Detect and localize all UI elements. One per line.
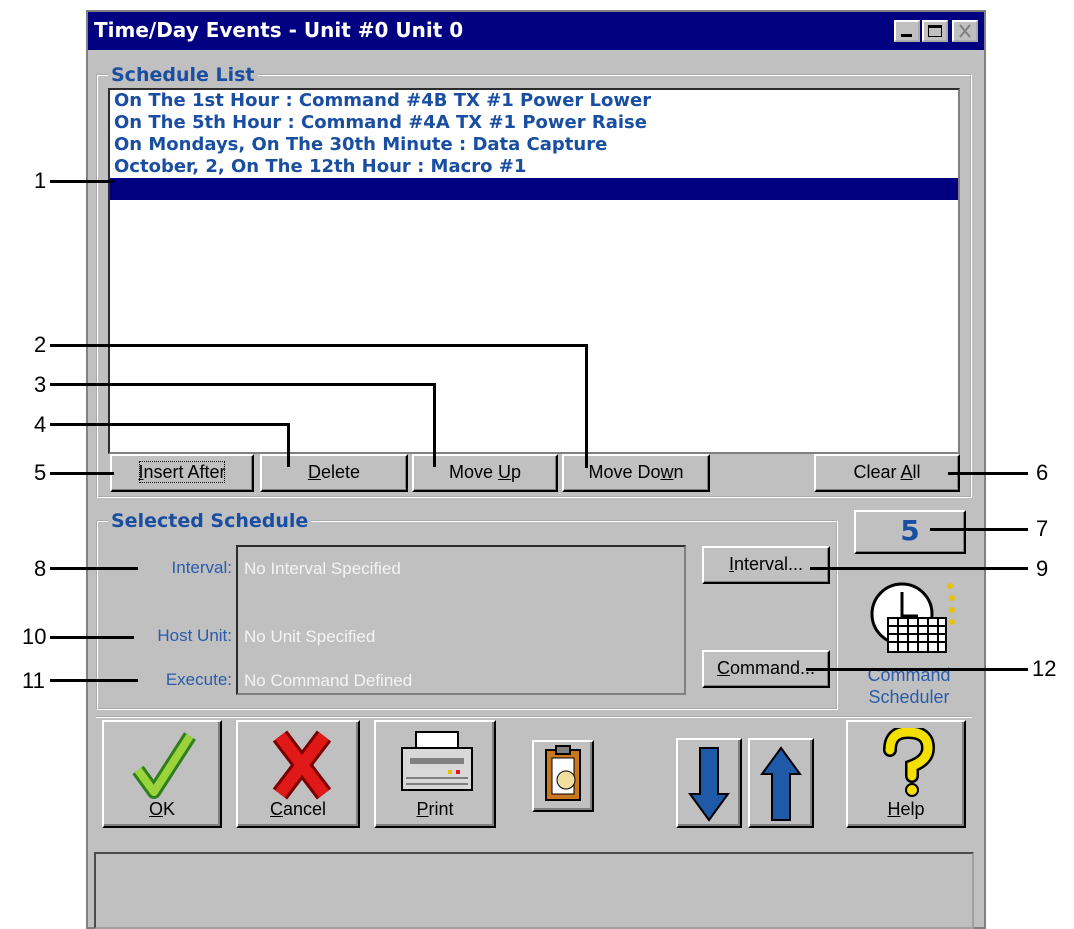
question-mark-icon (883, 728, 936, 797)
schedule-list-item[interactable]: On Mondays, On The 30th Minute : Data Ca… (110, 134, 958, 156)
print-label: Print (416, 799, 454, 819)
callout-12: 12 (1032, 656, 1057, 681)
divider (96, 716, 972, 718)
printer-icon (401, 731, 473, 791)
delete-button[interactable]: Delete (260, 454, 408, 492)
callout-line-11 (50, 679, 138, 682)
callout-10: 10 (22, 624, 47, 649)
callout-line-3b (433, 383, 436, 467)
interval-button-label: Interval... (728, 554, 804, 574)
host-unit-label: Host Unit: (157, 626, 232, 645)
move-down-label: Move Down (588, 462, 684, 482)
move-down-arrow-button[interactable] (676, 738, 742, 828)
callout-4: 4 (34, 412, 47, 437)
callout-1: 1 (34, 168, 47, 193)
schedule-list-item[interactable]: On The 1st Hour : Command #4B TX #1 Powe… (110, 90, 958, 112)
callout-line-2b (585, 344, 588, 468)
interval-label: Interval: (171, 558, 232, 577)
help-label: Help (887, 799, 925, 819)
clipboard-button[interactable] (532, 740, 594, 812)
callout-line-8 (50, 567, 138, 570)
checkmark-icon (132, 732, 196, 799)
schedule-list-item[interactable] (110, 178, 958, 200)
host-unit-value: No Unit Specified (244, 627, 376, 646)
callout-line-6 (948, 472, 1028, 475)
clipboard-icon (545, 745, 581, 801)
command-button-label: Command... (716, 658, 816, 678)
delete-label: Delete (307, 462, 361, 482)
schedule-list-label: Schedule List (108, 64, 258, 86)
ok-button[interactable]: OK (102, 720, 222, 828)
move-up-label: Move Up (448, 462, 522, 482)
red-x-icon (272, 730, 332, 800)
close-icon (959, 24, 971, 38)
callout-line-5 (50, 472, 114, 475)
execute-value: No Command Defined (244, 671, 413, 690)
schedule-count: 5 (900, 514, 920, 547)
title-bar[interactable]: Time/Day Events - Unit #0 Unit 0 (88, 12, 984, 50)
schedule-list-item[interactable]: On The 5th Hour : Command #4A TX #1 Powe… (110, 112, 958, 134)
cancel-label: Cancel (269, 799, 327, 819)
interval-value: No Interval Specified (244, 559, 401, 578)
callout-2: 2 (34, 332, 47, 357)
cancel-button[interactable]: Cancel (236, 720, 360, 828)
maximize-button[interactable] (922, 20, 948, 42)
callout-7: 7 (1036, 516, 1049, 541)
callout-9: 9 (1036, 556, 1049, 581)
move-up-arrow-button[interactable] (748, 738, 814, 828)
insert-after-label: Insert After (134, 456, 229, 488)
print-button[interactable]: Print (374, 720, 496, 828)
callout-line-1 (50, 180, 114, 183)
callout-3: 3 (34, 372, 47, 397)
callout-line-12 (806, 668, 1028, 671)
callout-line-9 (810, 567, 1028, 570)
schedule-details-box: No Interval Specified No Unit Specified … (236, 545, 686, 695)
callout-line-7 (930, 528, 1028, 531)
ok-label: OK (148, 799, 176, 819)
maximize-icon (928, 25, 942, 37)
window-title: Time/Day Events - Unit #0 Unit 0 (94, 18, 464, 42)
status-bar (94, 852, 974, 929)
minimize-button[interactable] (894, 20, 920, 42)
minimize-icon (901, 34, 912, 37)
clear-all-label: Clear All (853, 462, 921, 482)
schedule-count-display: 5 (854, 510, 966, 554)
callout-6: 6 (1036, 460, 1049, 485)
callout-line-2a (50, 344, 588, 347)
schedule-list-item[interactable]: October, 2, On The 12th Hour : Macro #1 (110, 156, 958, 178)
close-button[interactable] (952, 20, 978, 42)
scheduler-label-line2: Scheduler (868, 687, 950, 707)
command-scheduler-icon (866, 578, 962, 656)
callout-line-10 (50, 636, 134, 639)
selected-schedule-label: Selected Schedule (108, 510, 312, 532)
clear-all-button[interactable]: Clear All (814, 454, 960, 492)
down-arrow-icon (688, 747, 730, 822)
insert-after-button[interactable]: Insert After (110, 454, 254, 492)
callout-line-3a (50, 383, 436, 386)
callout-11: 11 (22, 668, 45, 693)
callout-line-4b (287, 423, 290, 467)
callout-5: 5 (34, 460, 47, 485)
interval-button[interactable]: Interval... (702, 546, 830, 584)
callout-8: 8 (34, 556, 47, 581)
schedule-list[interactable]: On The 1st Hour : Command #4B TX #1 Powe… (108, 88, 960, 454)
callout-line-4a (50, 423, 290, 426)
execute-label: Execute: (165, 670, 232, 689)
help-button[interactable]: Help (846, 720, 966, 828)
up-arrow-icon (760, 746, 802, 821)
